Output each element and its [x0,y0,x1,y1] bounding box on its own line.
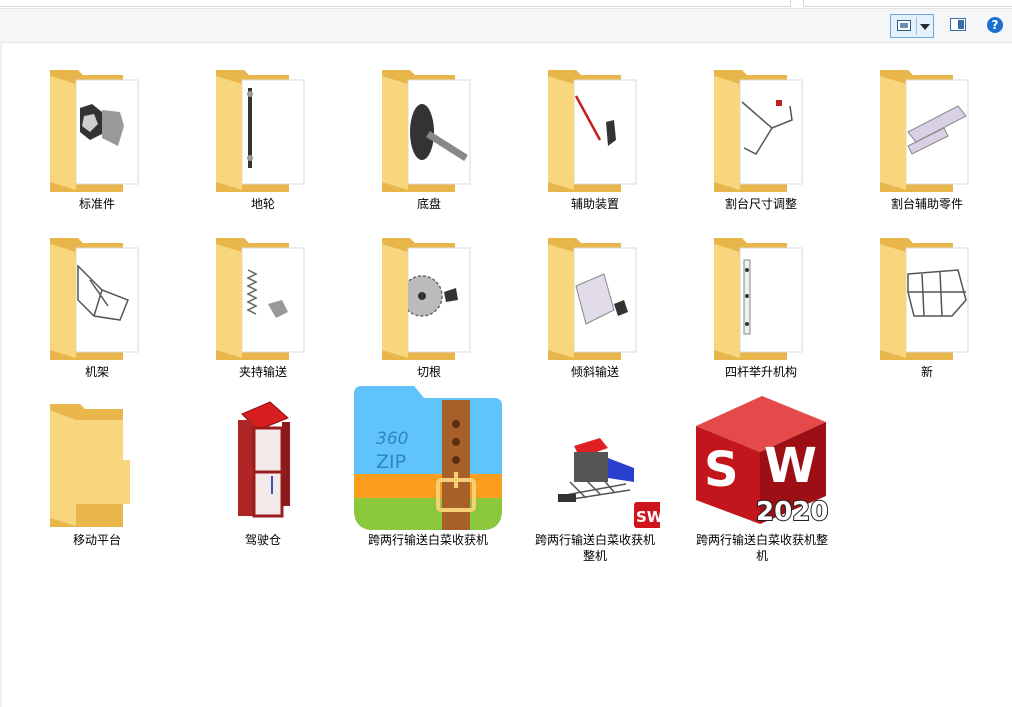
folder-icon [382,70,471,192]
folder-icon [548,70,637,192]
folder-icon [548,238,637,360]
svg-text:360: 360 [376,429,408,449]
item-label: 辅助装置 [570,197,619,211]
folder-icon [880,238,969,360]
item-label: 切根 [416,365,441,379]
folder-icon [714,70,803,192]
address-bar-strip [0,0,1012,9]
view-toolbar [0,9,1012,43]
item-label: 移动平台 [72,533,121,547]
folder-icon [50,70,139,192]
item-label: 跨两行输送白菜收获机整机 [534,533,655,563]
item-label: 新 [920,365,933,379]
chevron-down-icon[interactable] [920,24,930,30]
change-view-button[interactable] [890,14,934,38]
folder-icon [382,238,471,360]
item-label: 夹持输送 [238,365,287,379]
item-label: 机架 [84,365,109,379]
item-label: 四杆举升机构 [724,365,797,379]
item-label: 标准件 [78,197,115,211]
item-label: 驾驶仓 [244,533,281,547]
folder-icon [216,70,305,192]
item-label: 割台辅助零件 [890,197,963,211]
help-icon[interactable]: ? [987,17,1003,33]
archive-360zip-icon: 360 ZIP [354,386,502,530]
sw-badge-icon: SW [636,508,660,526]
folder-icon [880,70,969,192]
item-label: 割台尺寸调整 [724,197,797,211]
svg-text:ZIP: ZIP [376,451,406,473]
item-label: 倾斜输送 [570,365,619,379]
preview-pane-icon[interactable] [950,18,966,31]
version-badge-icon: 2020 [756,497,828,527]
solidworks-file-icon: S W 2020 [696,396,829,528]
cab-part-icon [238,401,290,518]
folder-icon [50,238,139,360]
folder-empty-icon [50,404,130,527]
folder-icon [216,238,305,360]
folder-icon [714,238,803,360]
nav-pane-edge [0,42,2,707]
item-label: 地轮 [250,197,275,211]
item-label: 跨两行输送白菜收获机 [367,533,488,547]
svg-text:W: W [764,438,817,494]
assembly-file-icon: SW [558,438,660,528]
large-icons-view-icon [897,20,911,31]
item-label: 跨两行输送白菜收获机整机 [695,533,828,563]
item-label: 底盘 [416,197,441,211]
svg-text:S: S [704,442,739,498]
